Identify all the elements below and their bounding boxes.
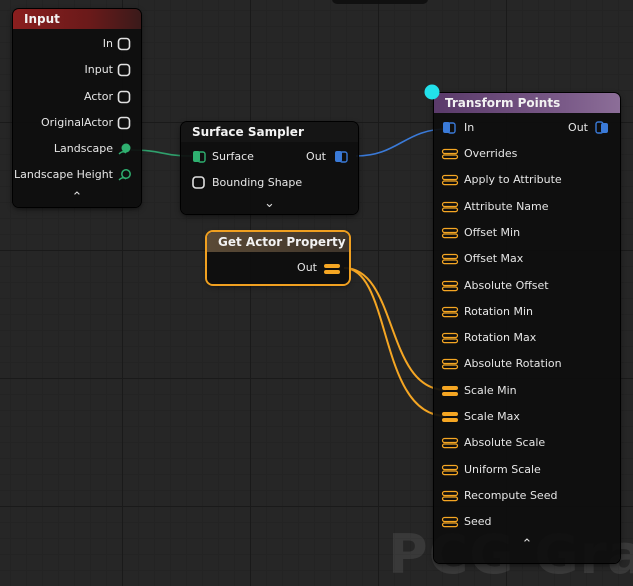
surface-sampler-out-pin[interactable]: Out bbox=[306, 147, 326, 167]
overrides-pin-icon[interactable] bbox=[440, 147, 460, 161]
selection-handle-icon[interactable] bbox=[423, 83, 441, 101]
original-actor-pin-icon[interactable] bbox=[117, 116, 131, 130]
pin-input[interactable]: Input bbox=[13, 60, 113, 80]
offset-max-pin-icon[interactable] bbox=[440, 252, 460, 266]
input-pin-icon[interactable] bbox=[117, 63, 131, 77]
pin-uniform-scale[interactable]: Uniform Scale bbox=[464, 460, 541, 480]
bounding-shape-input-pin[interactable]: Bounding Shape bbox=[212, 173, 302, 193]
property-wire-scale-min bbox=[343, 267, 447, 391]
landscape-height-pin-icon[interactable] bbox=[117, 168, 133, 182]
points-out-pin-icon[interactable] bbox=[333, 149, 349, 165]
out-points-pin-icon[interactable] bbox=[594, 120, 610, 136]
seed-pin-icon[interactable] bbox=[440, 515, 460, 529]
property-wire-scale-max bbox=[343, 267, 447, 417]
input-node[interactable]: Input In Input Actor OriginalActor Lands… bbox=[13, 9, 141, 207]
apply-to-attribute-pin-icon[interactable] bbox=[440, 173, 460, 187]
pin-offset-max[interactable]: Offset Max bbox=[464, 249, 523, 269]
surface-pin-icon[interactable] bbox=[191, 149, 207, 165]
attribute-out-pin-icon[interactable] bbox=[322, 262, 342, 276]
actor-pin-icon[interactable] bbox=[117, 90, 131, 104]
pin-landscape-height[interactable]: Landscape Height bbox=[13, 165, 113, 185]
input-node-header[interactable]: Input bbox=[13, 9, 141, 29]
bounding-shape-pin-icon[interactable] bbox=[191, 175, 207, 191]
pin-apply-to-attribute[interactable]: Apply to Attribute bbox=[464, 170, 562, 190]
pin-original-actor[interactable]: OriginalActor bbox=[13, 113, 113, 133]
absolute-rotation-pin-icon[interactable] bbox=[440, 357, 460, 371]
pin-scale-min[interactable]: Scale Min bbox=[464, 381, 517, 401]
pin-seed[interactable]: Seed bbox=[464, 512, 492, 532]
surface-sampler-expand-toggle[interactable]: ⌄ bbox=[181, 196, 358, 211]
pin-recompute-seed[interactable]: Recompute Seed bbox=[464, 486, 557, 506]
rotation-min-pin-icon[interactable] bbox=[440, 305, 460, 319]
surface-input-pin[interactable]: Surface bbox=[212, 147, 254, 167]
pin-absolute-scale[interactable]: Absolute Scale bbox=[464, 433, 545, 453]
pin-scale-max[interactable]: Scale Max bbox=[464, 407, 520, 427]
input-collapse-toggle[interactable]: ⌃ bbox=[13, 190, 141, 205]
recompute-seed-pin-icon[interactable] bbox=[440, 489, 460, 503]
pin-rotation-max[interactable]: Rotation Max bbox=[464, 328, 536, 348]
surface-sampler-header[interactable]: Surface Sampler bbox=[181, 122, 358, 142]
attribute-name-pin-icon[interactable] bbox=[440, 200, 460, 214]
transform-points-collapse-toggle[interactable]: ⌃ bbox=[434, 537, 620, 552]
absolute-offset-pin-icon[interactable] bbox=[440, 279, 460, 293]
get-actor-property-title: Get Actor Property bbox=[218, 235, 346, 249]
pin-in[interactable]: In bbox=[13, 34, 113, 54]
pin-actor[interactable]: Actor bbox=[13, 87, 113, 107]
surface-sampler-title: Surface Sampler bbox=[192, 125, 304, 139]
pin-landscape[interactable]: Landscape bbox=[13, 139, 113, 159]
offset-min-pin-icon[interactable] bbox=[440, 226, 460, 240]
landscape-pin-icon[interactable] bbox=[117, 142, 133, 156]
get-actor-property-node[interactable]: Get Actor Property Out bbox=[207, 232, 349, 284]
pin-absolute-offset[interactable]: Absolute Offset bbox=[464, 276, 549, 296]
offscreen-node[interactable] bbox=[332, 0, 428, 4]
in-points-pin-icon[interactable] bbox=[441, 120, 457, 136]
pin-offset-min[interactable]: Offset Min bbox=[464, 223, 520, 243]
absolute-scale-pin-icon[interactable] bbox=[440, 436, 460, 450]
in-pin-icon[interactable] bbox=[117, 37, 131, 51]
get-actor-property-out-pin[interactable]: Out bbox=[297, 258, 317, 278]
pin-absolute-rotation[interactable]: Absolute Rotation bbox=[464, 354, 562, 374]
surface-sampler-node[interactable]: Surface Sampler Surface Out Bounding Sha… bbox=[181, 122, 358, 214]
transform-points-header[interactable]: Transform Points bbox=[434, 93, 620, 113]
transform-points-title: Transform Points bbox=[445, 96, 561, 110]
transform-points-node[interactable]: Transform Points In Out Overrides Apply t… bbox=[434, 93, 620, 563]
get-actor-property-header[interactable]: Get Actor Property bbox=[207, 232, 349, 252]
transform-out-pin[interactable]: Out bbox=[568, 118, 588, 138]
uniform-scale-pin-icon[interactable] bbox=[440, 463, 460, 477]
rotation-max-pin-icon[interactable] bbox=[440, 331, 460, 345]
scale-max-pin-icon[interactable] bbox=[440, 410, 460, 424]
pin-rotation-min[interactable]: Rotation Min bbox=[464, 302, 533, 322]
pin-attribute-name[interactable]: Attribute Name bbox=[464, 197, 549, 217]
transform-in-pin[interactable]: In bbox=[464, 118, 474, 138]
input-node-title: Input bbox=[24, 12, 60, 26]
pin-overrides[interactable]: Overrides bbox=[464, 144, 517, 164]
scale-min-pin-icon[interactable] bbox=[440, 384, 460, 398]
